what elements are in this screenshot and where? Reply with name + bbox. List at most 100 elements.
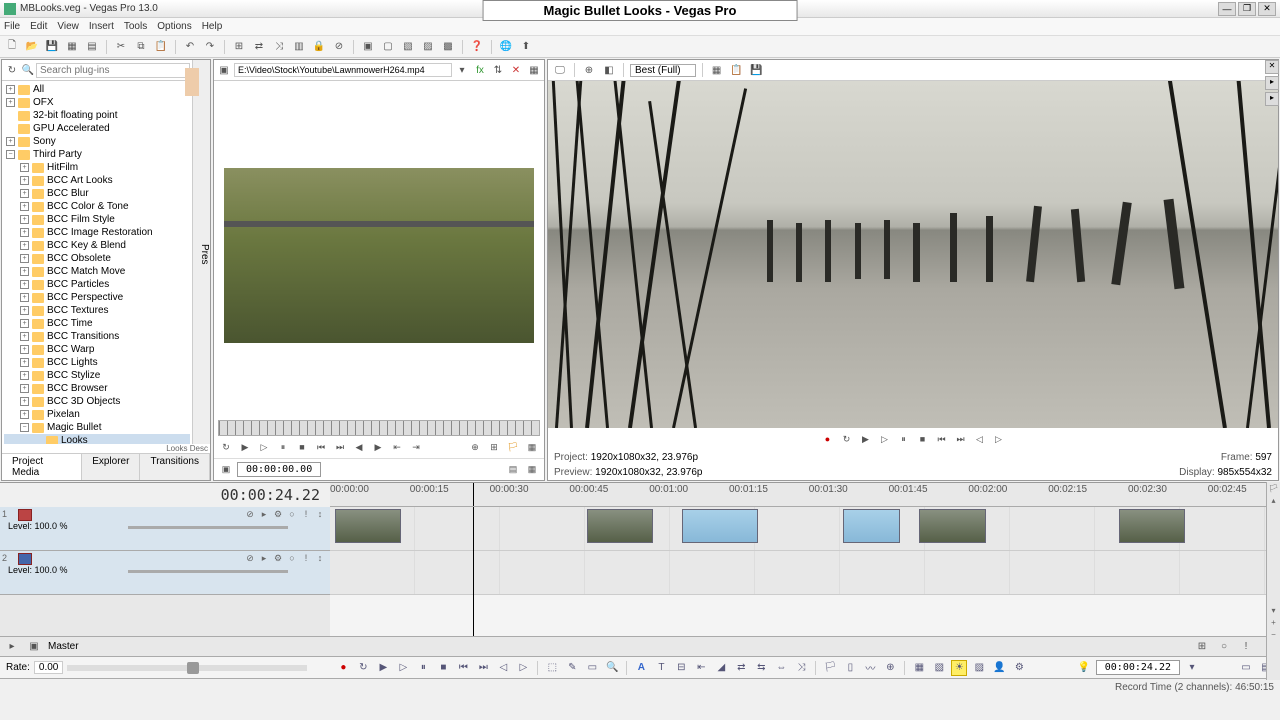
pause-icon[interactable]: ⏸ [415, 660, 431, 676]
upload-icon[interactable]: ⬆ [518, 39, 534, 55]
redo-icon[interactable]: ↷ [202, 39, 218, 55]
master-fx-icon[interactable]: ⊞ [1194, 639, 1210, 655]
overlay-icon[interactable]: ▦ [709, 62, 725, 78]
tree-item[interactable]: +Pixelan [4, 408, 190, 421]
tree-item[interactable]: +BCC Particles [4, 278, 190, 291]
rate-value[interactable]: 0.00 [34, 661, 63, 674]
tree-item[interactable]: +HitFilm [4, 161, 190, 174]
tree-item[interactable]: +BCC Perspective [4, 291, 190, 304]
envelope2-icon[interactable]: 〰 [862, 660, 878, 676]
out-icon[interactable]: ⇥ [408, 439, 424, 455]
tree-item[interactable]: 32-bit floating point [4, 109, 190, 122]
go-end-icon[interactable]: ⏭ [953, 431, 969, 447]
undo-icon[interactable]: ↶ [182, 39, 198, 55]
t4-icon[interactable]: ▨ [971, 660, 987, 676]
loop-icon[interactable]: ↻ [839, 431, 855, 447]
prev-frame-icon[interactable]: ◁ [495, 660, 511, 676]
tree-item[interactable]: +BCC Image Restoration [4, 226, 190, 239]
tool5-icon[interactable]: ▩ [440, 39, 456, 55]
tree-item[interactable]: +BCC Textures [4, 304, 190, 317]
more-icon[interactable]: ▦ [524, 439, 540, 455]
tc-mode-icon[interactable]: ▣ [218, 462, 234, 478]
selection-icon[interactable]: ▭ [584, 660, 600, 676]
ripple-icon[interactable]: ⇄ [251, 39, 267, 55]
cut-icon[interactable]: ✂ [113, 39, 129, 55]
stretch-icon[interactable]: ⇔ [773, 660, 789, 676]
pause-icon[interactable]: ⏸ [896, 431, 912, 447]
solo-icon[interactable]: ! [300, 553, 312, 565]
split-icon[interactable]: ◧ [601, 62, 617, 78]
track-fx-icon[interactable]: ▸ [258, 509, 270, 521]
split-icon[interactable]: ⊟ [673, 660, 689, 676]
menu-edit[interactable]: Edit [30, 21, 47, 32]
loop-icon[interactable]: ↻ [218, 439, 234, 455]
ignore-icon[interactable]: ⊘ [331, 39, 347, 55]
menu-options[interactable]: Options [157, 21, 191, 32]
autocross-icon[interactable]: ⤨ [271, 39, 287, 55]
close-button[interactable]: ✕ [1258, 2, 1276, 16]
tree-item[interactable]: +BCC Browser [4, 382, 190, 395]
snap-icon[interactable]: ⊞ [231, 39, 247, 55]
fx-icon[interactable]: fx [472, 62, 488, 78]
stop-icon[interactable]: ■ [294, 439, 310, 455]
tree-item[interactable]: −Third Party [4, 148, 190, 161]
play-icon[interactable]: ▷ [395, 660, 411, 676]
copy-icon[interactable]: ⧉ [133, 39, 149, 55]
shuffle-icon[interactable]: ⤨ [793, 660, 809, 676]
prev-frame-icon[interactable]: ◁ [972, 431, 988, 447]
slide-icon[interactable]: ⇆ [753, 660, 769, 676]
stop-icon[interactable]: ■ [435, 660, 451, 676]
presets-column[interactable]: Pres [192, 60, 210, 444]
track-header-1[interactable]: 1 ⊘ ▸ ⚙ ○ ! ↕ Level: 100.0 % [0, 507, 330, 551]
master-expand-icon[interactable]: ▸ [4, 639, 20, 655]
zoom-icon[interactable]: + [1269, 618, 1279, 628]
t6-icon[interactable]: ⚙ [1011, 660, 1027, 676]
timeline-ruler[interactable]: 00:00:0000:00:1500:00:3000:00:4500:01:00… [330, 483, 1280, 507]
render-icon[interactable]: ▤ [84, 39, 100, 55]
tab-explorer[interactable]: Explorer [82, 454, 140, 480]
t2-icon[interactable]: ▧ [931, 660, 947, 676]
video-track-icon[interactable] [18, 509, 32, 521]
mute-icon[interactable]: ○ [286, 509, 298, 521]
go-end-icon[interactable]: ⏭ [475, 660, 491, 676]
t1-icon[interactable]: ▦ [911, 660, 927, 676]
master-output-icon[interactable]: ▣ [26, 639, 42, 655]
menu-insert[interactable]: Insert [89, 21, 114, 32]
menu-view[interactable]: View [57, 21, 79, 32]
view-icon[interactable]: ▦ [526, 62, 542, 78]
sort-icon[interactable]: ⇅ [490, 62, 506, 78]
master-mute-icon[interactable]: ○ [1216, 639, 1232, 655]
record-icon[interactable]: ● [820, 431, 836, 447]
play-start-icon[interactable]: ▶ [858, 431, 874, 447]
next-icon[interactable]: ▶ [370, 439, 386, 455]
marker-icon[interactable]: 🏳 [1269, 484, 1279, 494]
clip[interactable] [919, 509, 986, 543]
side-tab2-icon[interactable]: ▸ [1265, 92, 1279, 106]
paste-icon[interactable]: 📋 [153, 39, 169, 55]
solo-icon[interactable]: ! [300, 509, 312, 521]
maximize-button[interactable]: ❐ [1238, 2, 1256, 16]
search-icon[interactable]: 🔍 [20, 62, 36, 78]
more-icon[interactable]: ↕ [314, 553, 326, 565]
tree-item[interactable]: +BCC Color & Tone [4, 200, 190, 213]
t5-icon[interactable]: 👤 [991, 660, 1007, 676]
add-icon[interactable]: ⊕ [467, 439, 483, 455]
media-icon[interactable]: ▣ [216, 62, 232, 78]
timeline-timecode[interactable]: 00:00:24.22 [221, 486, 320, 504]
add2-icon[interactable]: ⊞ [486, 439, 502, 455]
plugin-search-input[interactable] [36, 63, 190, 78]
tree-item[interactable]: +BCC Obsolete [4, 252, 190, 265]
tree-item[interactable]: +BCC Blur [4, 187, 190, 200]
opt1-icon[interactable]: ▤ [505, 462, 521, 478]
fade-icon[interactable]: ◢ [713, 660, 729, 676]
clip[interactable] [843, 509, 900, 543]
menu-help[interactable]: Help [202, 21, 223, 32]
tree-item[interactable]: +BCC Key & Blend [4, 239, 190, 252]
more-icon[interactable]: ↕ [314, 509, 326, 521]
properties-icon[interactable]: ▦ [64, 39, 80, 55]
tree-item[interactable]: +BCC Match Move [4, 265, 190, 278]
plugin-tree[interactable]: +All+OFX32-bit floating pointGPU Acceler… [2, 81, 192, 444]
menu-tools[interactable]: Tools [124, 21, 147, 32]
bypass-icon[interactable]: ⊘ [244, 509, 256, 521]
side-tab-icon[interactable]: ▸ [1265, 76, 1279, 90]
